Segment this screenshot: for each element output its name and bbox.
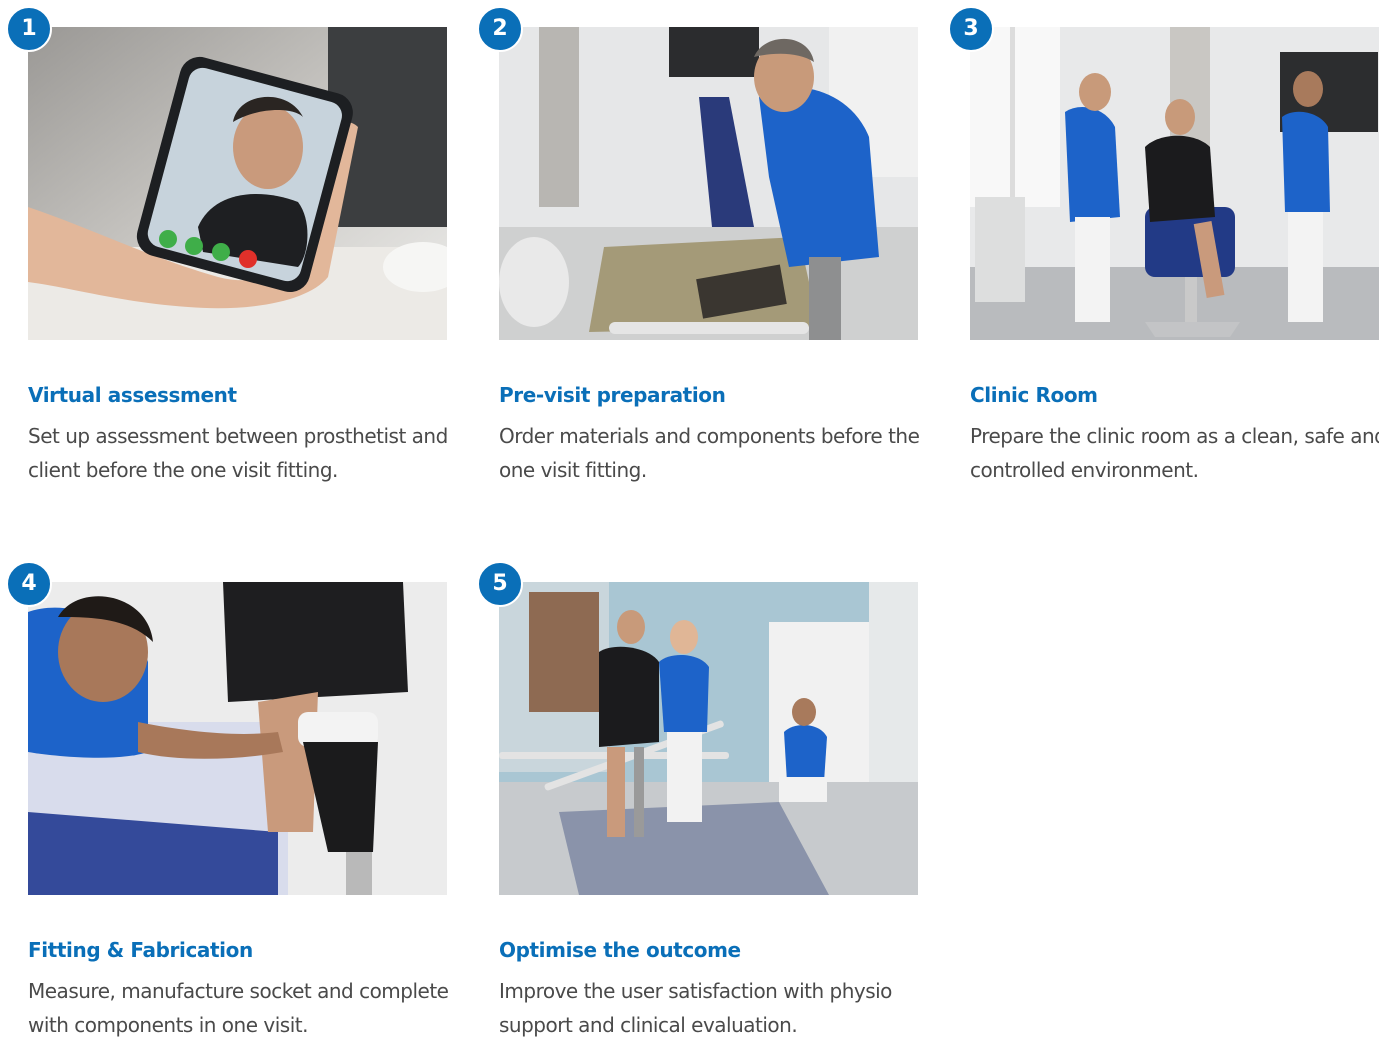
step-number-badge: 1	[6, 6, 52, 52]
physio-walking-photo	[499, 582, 918, 895]
step-number-badge: 4	[6, 561, 52, 607]
step-number-badge: 5	[477, 561, 523, 607]
step-description: Prepare the clinic room as a clean, safe…	[970, 424, 1379, 482]
step-description: Set up assessment between prosthetist an…	[28, 424, 448, 482]
step-description: Improve the user satisfaction with physi…	[499, 979, 892, 1037]
step-number-badge: 3	[948, 6, 994, 52]
workshop-preparation-photo	[499, 27, 918, 340]
step-title: Virtual assessment	[28, 383, 237, 407]
step-description: Measure, manufacture socket and complete…	[28, 979, 449, 1037]
step-title: Optimise the outcome	[499, 938, 741, 962]
step-number-badge: 2	[477, 6, 523, 52]
step-title: Fitting & Fabrication	[28, 938, 253, 962]
step-title: Clinic Room	[970, 383, 1098, 407]
socket-fitting-photo	[28, 582, 447, 895]
step-description: Order materials and components before th…	[499, 424, 920, 482]
video-call-photo	[28, 27, 447, 340]
clinic-room-photo	[970, 27, 1379, 340]
step-title: Pre-visit preparation	[499, 383, 726, 407]
